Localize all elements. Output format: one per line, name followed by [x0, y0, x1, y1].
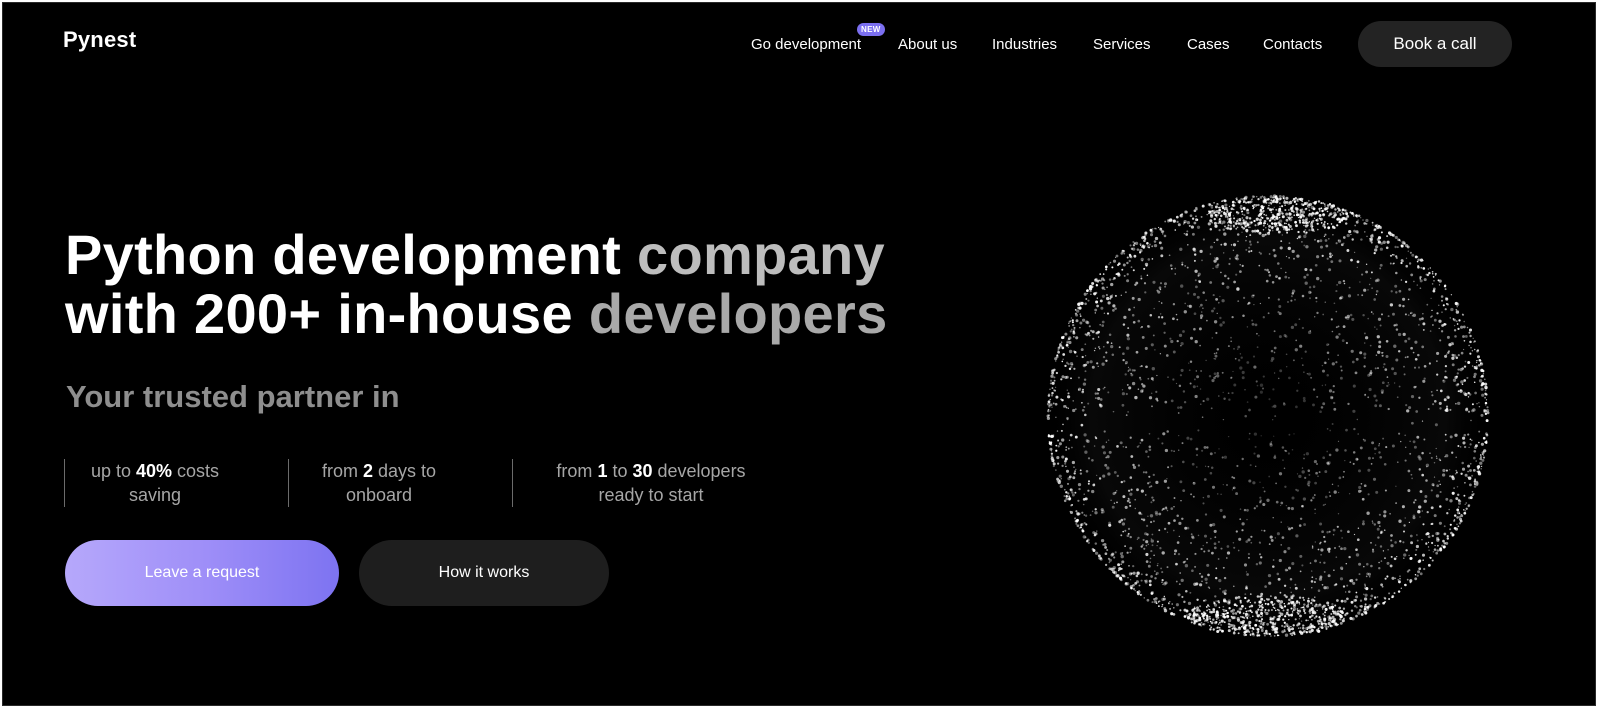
- nav-item-label: Go development: [751, 36, 862, 53]
- stat-developers: from 1 to 30 developers ready to start: [512, 459, 789, 507]
- stat-onboarding: from 2 days to onboard: [288, 459, 469, 507]
- nav-item-services[interactable]: Services: [1093, 36, 1151, 53]
- leave-a-request-button[interactable]: Leave a request: [65, 540, 339, 606]
- hero-title-line-2: with 200+ in-house developers: [65, 282, 888, 345]
- hero-title: Python development company with 200+ in-…: [65, 225, 888, 343]
- nav-item-go-development[interactable]: Go development NEW: [751, 23, 885, 53]
- particle-sphere-icon: [1046, 194, 1490, 638]
- new-badge: NEW: [857, 23, 885, 36]
- book-a-call-button[interactable]: Book a call: [1358, 21, 1512, 67]
- logo[interactable]: Pynest: [63, 27, 136, 53]
- nav-item-about-us[interactable]: About us: [898, 36, 957, 53]
- nav-item-industries[interactable]: Industries: [992, 36, 1057, 53]
- page-frame: Pynest Go development NEW About us Indus…: [2, 2, 1596, 706]
- hero-subtitle: Your trusted partner in: [66, 379, 400, 414]
- nav-item-contacts[interactable]: Contacts: [1263, 36, 1322, 53]
- nav-item-cases[interactable]: Cases: [1187, 36, 1230, 53]
- stat-cost-saving: up to 40% costs saving: [64, 459, 245, 507]
- how-it-works-button[interactable]: How it works: [359, 540, 609, 606]
- hero-title-line-1: Python development company: [65, 223, 885, 286]
